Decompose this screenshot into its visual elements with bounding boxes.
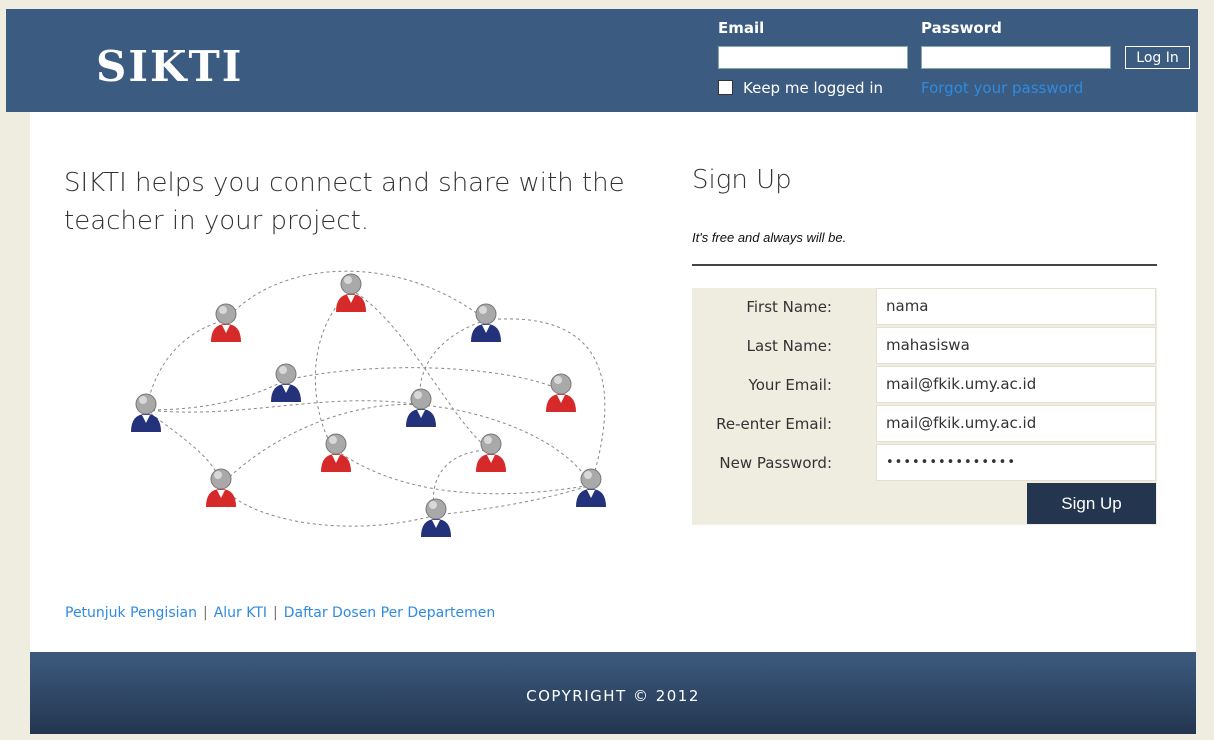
keep-logged-in-checkbox[interactable]	[718, 80, 733, 95]
password-label: Password	[921, 19, 1002, 37]
form-row-email: Your Email: mail@fkik.umy.ac.id	[692, 366, 1157, 404]
person-blue-icon	[406, 388, 436, 427]
person-blue-icon	[471, 303, 501, 342]
email-label: Email	[718, 19, 765, 37]
signup-subtitle: It's free and always will be.	[692, 230, 847, 245]
forgot-password-link[interactable]: Forgot your password	[921, 79, 1083, 97]
new-password-label: New Password:	[719, 454, 832, 472]
person-blue-icon	[576, 468, 606, 507]
people-network-illustration	[131, 270, 606, 537]
first-name-label: First Name:	[746, 298, 832, 316]
footer-links: Petunjuk Pengisian | Alur KTI | Daftar Dosen…	[65, 605, 495, 621]
new-password-input[interactable]: •••••••••••••••	[876, 444, 1156, 481]
form-row-first-name: First Name: nama	[692, 288, 1157, 326]
signup-button[interactable]: Sign Up	[1027, 483, 1156, 524]
link-alur-kti[interactable]: Alur KTI	[214, 605, 267, 621]
person-red-icon	[336, 273, 366, 312]
person-blue-icon	[271, 363, 301, 402]
signup-form: First Name: nama Last Name: mahasiswa Yo…	[692, 288, 1157, 525]
login-password-input[interactable]	[921, 46, 1111, 69]
link-daftar-dosen[interactable]: Daftar Dosen Per Departemen	[284, 605, 496, 621]
page-footer: COPYRIGHT © 2012	[30, 652, 1196, 734]
signup-divider	[692, 264, 1157, 266]
person-red-icon	[321, 433, 351, 472]
login-email-input[interactable]	[718, 46, 908, 69]
last-name-label: Last Name:	[746, 337, 832, 355]
reenter-email-input[interactable]: mail@fkik.umy.ac.id	[876, 405, 1156, 442]
person-blue-icon	[131, 393, 161, 432]
person-red-icon	[476, 433, 506, 472]
top-header-bar: SIKTI Email Password Log In Keep me logg…	[6, 9, 1198, 112]
person-red-icon	[546, 373, 576, 412]
site-logo[interactable]: SIKTI	[96, 42, 243, 91]
reenter-email-label: Re-enter Email:	[716, 415, 832, 433]
email-input[interactable]: mail@fkik.umy.ac.id	[876, 366, 1156, 403]
form-row-reenter-email: Re-enter Email: mail@fkik.umy.ac.id	[692, 405, 1157, 443]
form-row-last-name: Last Name: mahasiswa	[692, 327, 1157, 365]
keep-logged-in-label[interactable]: Keep me logged in	[743, 79, 883, 97]
link-separator: |	[273, 605, 278, 621]
link-petunjuk-pengisian[interactable]: Petunjuk Pengisian	[65, 605, 197, 621]
form-row-password: New Password: •••••••••••••••	[692, 444, 1157, 482]
copyright-text: COPYRIGHT © 2012	[526, 687, 700, 705]
intro-tagline: SIKTI helps you connect and share with t…	[64, 168, 625, 236]
first-name-input[interactable]: nama	[876, 288, 1156, 325]
email-label-signup: Your Email:	[748, 376, 832, 394]
signup-title: Sign Up	[692, 165, 792, 195]
last-name-input[interactable]: mahasiswa	[876, 327, 1156, 364]
main-content: SIKTI helps you connect and share with t…	[30, 112, 1196, 652]
login-button[interactable]: Log In	[1125, 46, 1190, 69]
person-blue-icon	[421, 498, 451, 537]
link-separator: |	[202, 605, 208, 621]
